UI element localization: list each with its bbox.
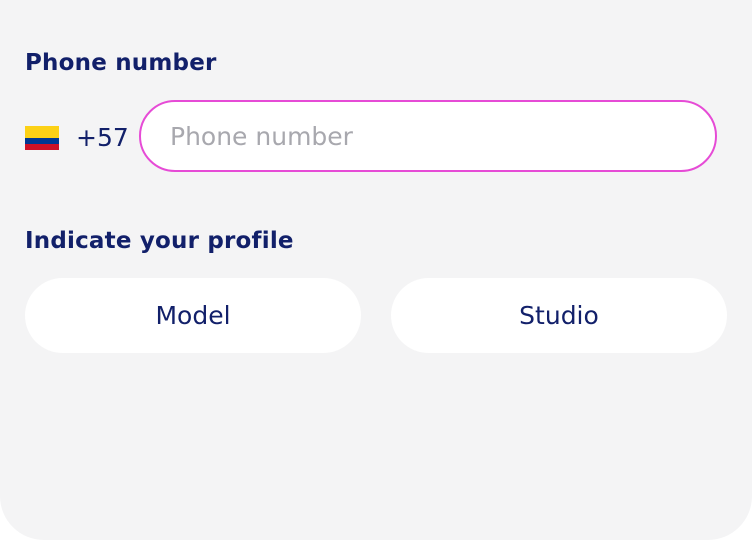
dial-code: +57 xyxy=(76,123,129,152)
phone-number-input[interactable] xyxy=(139,100,717,172)
country-code-selector[interactable]: +57 xyxy=(25,121,129,155)
profile-model-button[interactable]: Model xyxy=(25,278,361,353)
profile-label: Indicate your profile xyxy=(25,228,294,254)
form-card: Phone number +57 Indicate your profile M… xyxy=(0,0,752,540)
profile-studio-button[interactable]: Studio xyxy=(391,278,727,353)
phone-number-label: Phone number xyxy=(25,50,217,76)
colombia-flag-icon xyxy=(25,126,59,150)
